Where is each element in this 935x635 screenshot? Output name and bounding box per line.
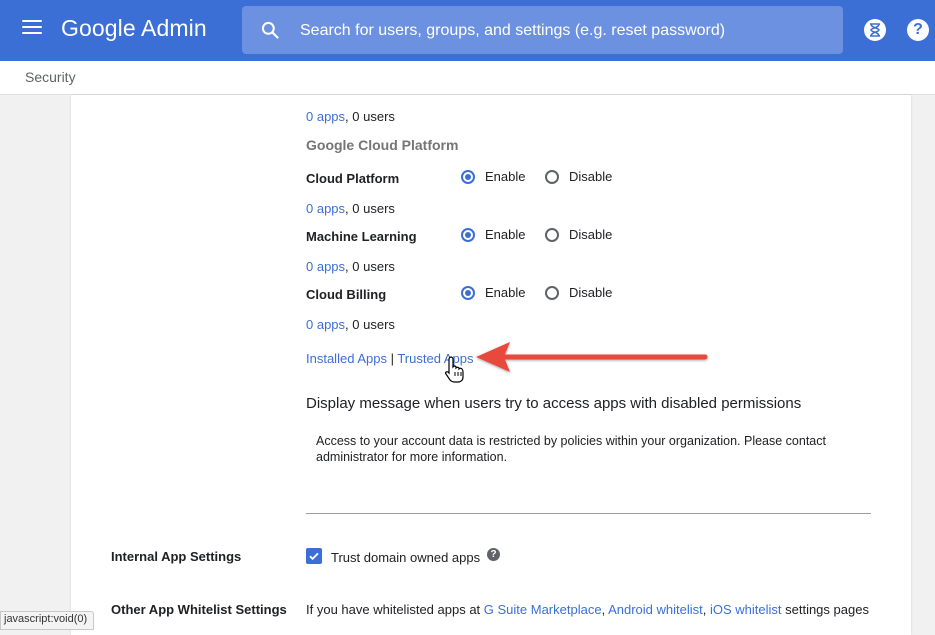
apps-users-count: 0 apps, 0 users — [306, 201, 395, 216]
apps-count-link[interactable]: 0 apps — [306, 317, 345, 332]
top-app-bar: Google Admin ? — [0, 0, 935, 61]
apps-count-link[interactable]: 0 apps — [306, 201, 345, 216]
trust-domain-apps-checkbox[interactable] — [306, 548, 322, 564]
service-label-cloud-billing: Cloud Billing — [306, 287, 387, 302]
separator: , — [702, 602, 710, 617]
android-whitelist-link[interactable]: Android whitelist — [608, 602, 703, 617]
whitelist-text-prefix: If you have whitelisted apps at — [306, 602, 484, 617]
hand-cursor-icon — [445, 356, 464, 383]
radio-enable-cloud-billing[interactable] — [461, 286, 475, 300]
apps-count-link[interactable]: 0 apps — [306, 259, 345, 274]
disabled-permission-message-input[interactable]: Access to your account data is restricte… — [306, 424, 871, 514]
radio-disable-label[interactable]: Disable — [569, 227, 612, 242]
radio-enable-label[interactable]: Enable — [485, 227, 525, 242]
google-admin-logo[interactable]: Google Admin — [61, 15, 207, 42]
radio-enable-machine-learning[interactable] — [461, 228, 475, 242]
red-arrow-annotation — [476, 342, 708, 372]
gsuite-marketplace-link[interactable]: G Suite Marketplace — [484, 602, 602, 617]
service-label-machine-learning: Machine Learning — [306, 229, 417, 244]
help-icon[interactable]: ? — [907, 19, 929, 41]
internal-app-settings-label: Internal App Settings — [111, 549, 242, 564]
hourglass-icon[interactable] — [864, 19, 886, 41]
installed-apps-link[interactable]: Installed Apps — [306, 351, 387, 366]
brand-admin: Admin — [141, 15, 207, 41]
users-count: , 0 users — [345, 201, 395, 216]
hamburger-menu-icon[interactable] — [22, 20, 42, 36]
whitelist-settings-label: Other App Whitelist Settings — [111, 602, 287, 617]
apps-users-count: 0 apps, 0 users — [306, 317, 395, 332]
apps-users-count: 0 apps, 0 users — [306, 259, 395, 274]
radio-disable-cloud-platform[interactable] — [545, 170, 559, 184]
apps-users-count: 0 apps, 0 users — [306, 109, 395, 124]
link-separator: | — [386, 351, 398, 366]
whitelist-description: If you have whitelisted apps at G Suite … — [306, 602, 869, 617]
radio-disable-label[interactable]: Disable — [569, 285, 612, 300]
brand-google: Google — [61, 15, 136, 41]
message-label: Display message when users try to access… — [306, 395, 802, 412]
users-count: , 0 users — [345, 317, 395, 332]
radio-enable-label[interactable]: Enable — [485, 169, 525, 184]
browser-status-bar: javascript:void(0) — [0, 611, 95, 630]
radio-disable-machine-learning[interactable] — [545, 228, 559, 242]
search-input[interactable] — [298, 14, 822, 48]
users-count: , 0 users — [345, 259, 395, 274]
radio-enable-cloud-platform[interactable] — [461, 170, 475, 184]
group-title: Google Cloud Platform — [306, 137, 459, 153]
ios-whitelist-link[interactable]: iOS whitelist — [710, 602, 782, 617]
breadcrumb-bar: Security — [0, 61, 935, 95]
trust-domain-apps-label[interactable]: Trust domain owned apps — [331, 550, 480, 565]
checkmark-icon — [309, 552, 319, 561]
search-icon[interactable] — [260, 20, 280, 40]
service-label-cloud-platform: Cloud Platform — [306, 171, 400, 186]
radio-disable-cloud-billing[interactable] — [545, 286, 559, 300]
radio-enable-label[interactable]: Enable — [485, 285, 525, 300]
breadcrumb[interactable]: Security — [25, 69, 76, 85]
radio-disable-label[interactable]: Disable — [569, 169, 612, 184]
users-count: , 0 users — [345, 109, 395, 124]
whitelist-text-suffix: settings pages — [781, 602, 869, 617]
apps-count-link[interactable]: 0 apps — [306, 109, 345, 124]
search-box[interactable] — [242, 6, 843, 54]
help-icon[interactable]: ? — [487, 548, 500, 561]
